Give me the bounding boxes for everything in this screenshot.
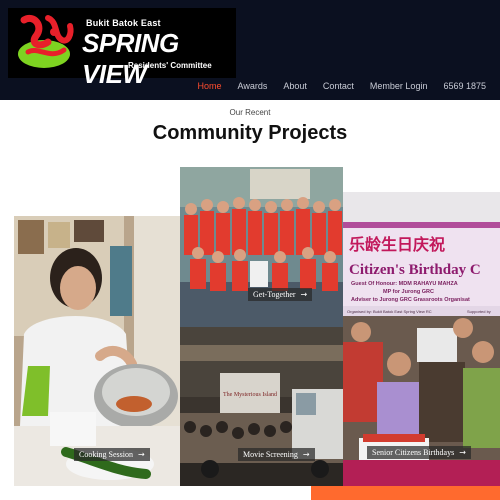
project-tile-senior-citizens-birthdays[interactable]: 乐龄生日庆祝 Citizen's Birthday C Guest Of Hon… xyxy=(343,192,500,486)
main-nav: Home Awards About Contact Member Login 6… xyxy=(181,80,486,92)
senior-citizens-birthdays-label[interactable]: Senior Citizens Birthdays → xyxy=(367,446,471,459)
banner-organiser-text: Organised by: Bukit Batok East Spring Vi… xyxy=(347,309,432,314)
logo-subtitle-text: Residents' Committee xyxy=(128,61,212,70)
site-header: Bukit Batok East SPRING VIEW Residents' … xyxy=(0,0,500,100)
logo-estate-text: Bukit Batok East xyxy=(86,18,161,28)
project-tile-cooking-session[interactable]: Cooking Session → xyxy=(14,216,180,486)
banner-guest-text: Guest Of Honour: MDM RAHAYU MAHZA xyxy=(351,281,458,287)
nav-contact[interactable]: Contact xyxy=(323,80,354,92)
movie-sign-text: The Mysterious Island xyxy=(223,392,277,398)
movie-screening-label[interactable]: Movie Screening → xyxy=(238,448,315,461)
get-together-photo xyxy=(180,167,343,327)
banner-english-text: Citizen's Birthday C xyxy=(349,262,481,278)
movie-screening-photo: The Mysterious Island xyxy=(180,327,343,486)
get-together-label[interactable]: Get-Together → xyxy=(248,288,313,301)
section-title: Community Projects xyxy=(152,122,348,144)
nav-member-login[interactable]: Member Login xyxy=(370,80,428,92)
cooking-session-label[interactable]: Cooking Session → xyxy=(74,448,150,461)
senior-citizens-birthdays-photo: 乐龄生日庆祝 Citizen's Birthday C Guest Of Hon… xyxy=(343,192,500,486)
banner-chinese-text: 乐龄生日庆祝 xyxy=(349,235,445,254)
banner-adviser-text: Adviser to Jurong GRC Grassroots Organis… xyxy=(351,297,470,303)
accent-bar xyxy=(311,486,500,500)
spring-view-logo-icon xyxy=(18,15,74,68)
cooking-session-photo xyxy=(14,216,180,486)
banner-support-text: Supported by xyxy=(467,309,491,314)
nav-awards[interactable]: Awards xyxy=(238,80,268,92)
nav-about[interactable]: About xyxy=(283,80,307,92)
project-tile-get-together[interactable]: Get-Together → xyxy=(180,167,343,327)
banner-mp-text: MP for Jurong GRC xyxy=(383,289,434,295)
arrow-right-icon: → xyxy=(302,450,310,459)
nav-home[interactable]: Home xyxy=(197,80,221,92)
site-logo[interactable]: Bukit Batok East SPRING VIEW Residents' … xyxy=(8,8,236,89)
arrow-right-icon: → xyxy=(459,448,466,457)
nav-phone[interactable]: 6569 1875 xyxy=(443,80,486,92)
project-tile-movie-screening[interactable]: The Mysterious Island Movie Screening → xyxy=(180,327,343,486)
arrow-right-icon: → xyxy=(138,450,145,459)
arrow-right-icon: → xyxy=(300,290,308,299)
section-eyebrow: Our Recent xyxy=(229,108,271,117)
